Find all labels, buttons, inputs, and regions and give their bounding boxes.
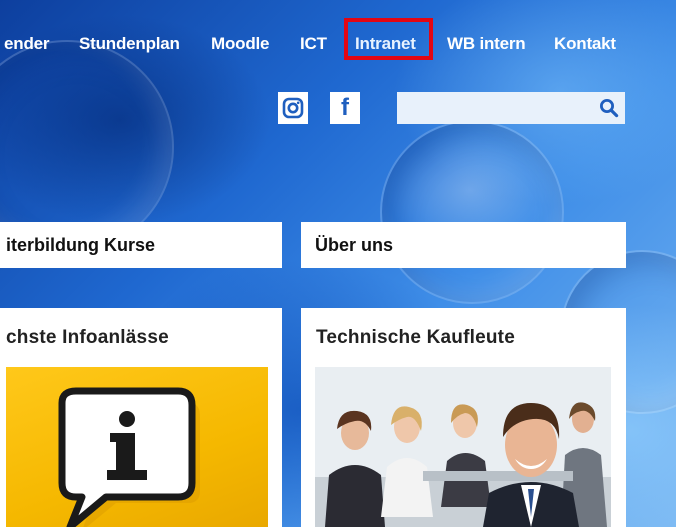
nav-item-wb-intern[interactable]: WB intern [447, 34, 526, 54]
search-icon [600, 99, 619, 118]
ueber-uns-label: Über uns [315, 234, 394, 255]
nav-item-moodle[interactable]: Moodle [211, 34, 269, 54]
weiterbildung-kurse-tile[interactable]: iterbildung Kurse [0, 222, 282, 268]
ueber-uns-tile[interactable]: Über uns [301, 222, 626, 268]
nav-item-kalender[interactable]: ender [4, 34, 49, 54]
search-box [397, 92, 625, 124]
infoanlaesse-title: chste Infoanlässe [6, 327, 169, 348]
instagram-icon [282, 97, 304, 119]
nav-item-kontakt[interactable]: Kontakt [554, 34, 616, 54]
facebook-link[interactable]: f [330, 92, 360, 124]
weiterbildung-kurse-label: iterbildung Kurse [6, 234, 156, 255]
page-background: ender Stundenplan Moodle ICT Intranet WB… [0, 0, 676, 527]
infoanlaesse-card[interactable]: chste Infoanlässe [0, 308, 282, 527]
instagram-link[interactable] [278, 92, 308, 124]
nav-item-ict[interactable]: ICT [300, 34, 327, 54]
business-team-photo[interactable] [315, 367, 611, 527]
business-team-illustration [315, 367, 611, 527]
technische-kaufleute-title: Technische Kaufleute [316, 327, 515, 348]
intranet-highlight-box [344, 18, 433, 60]
info-speech-bubble-icon [58, 387, 200, 527]
search-input[interactable] [397, 92, 593, 124]
facebook-icon: f [341, 94, 349, 121]
main-navigation: ender Stundenplan Moodle ICT Intranet WB… [0, 0, 676, 88]
background-bubble [380, 120, 564, 304]
info-speech-bubble-image[interactable] [6, 367, 268, 527]
search-button[interactable] [593, 92, 625, 124]
nav-item-stundenplan[interactable]: Stundenplan [79, 34, 180, 54]
technische-kaufleute-card[interactable]: Technische Kaufleute [301, 308, 626, 527]
